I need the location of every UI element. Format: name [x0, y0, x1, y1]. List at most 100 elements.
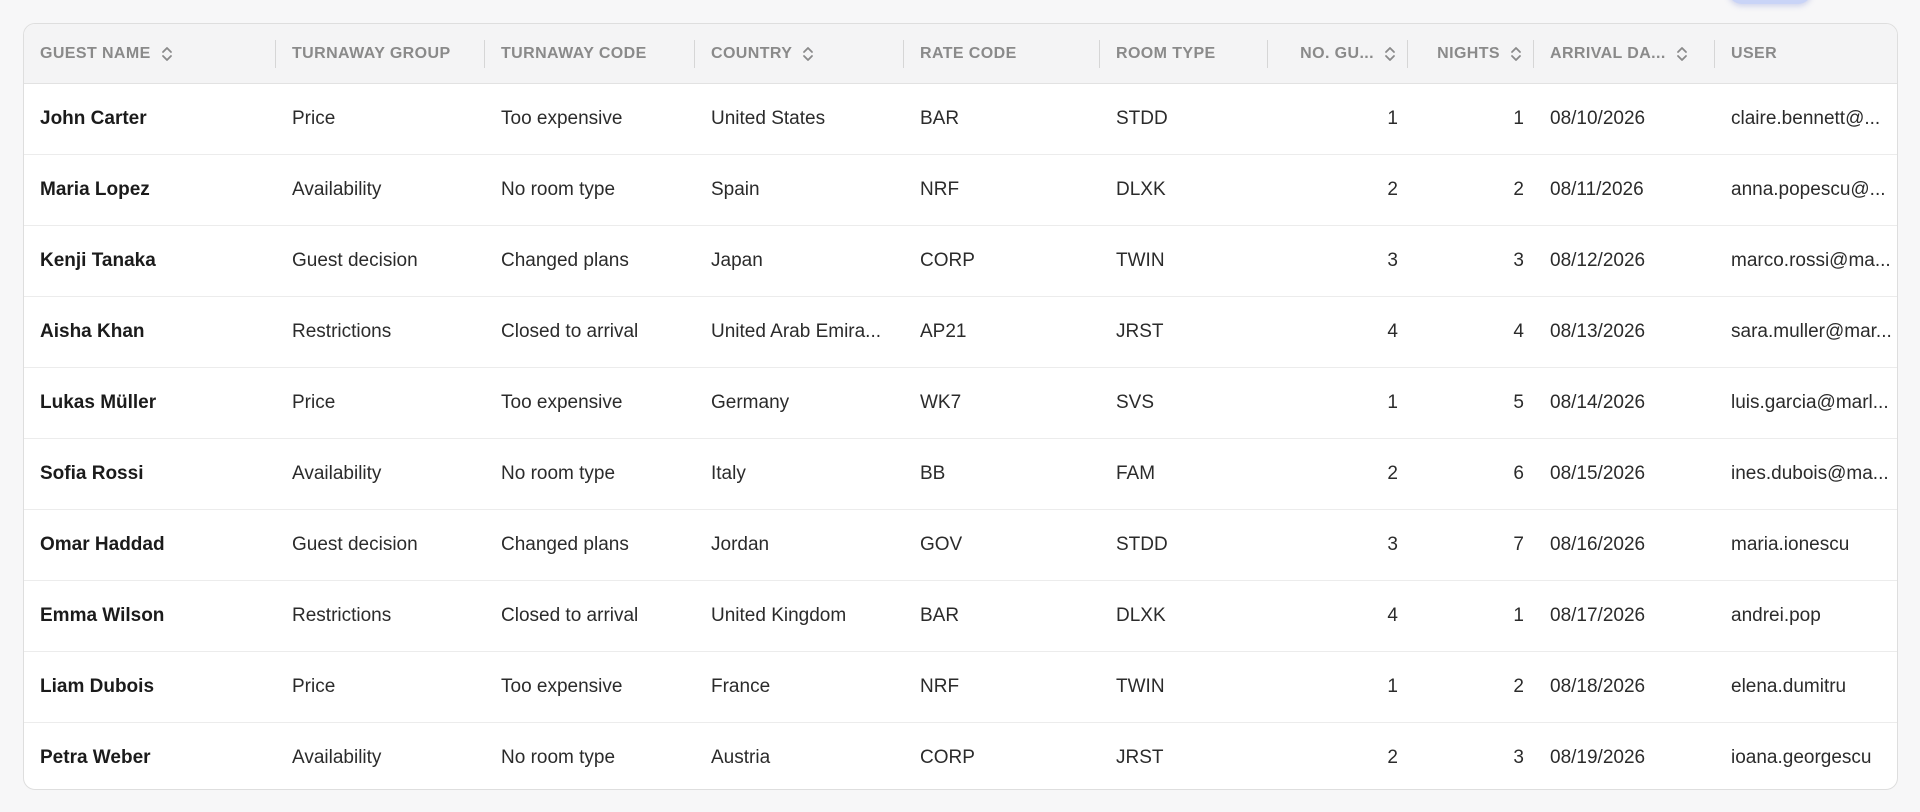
sort-icon[interactable] — [1510, 46, 1522, 62]
cell-nights: 2 — [1408, 154, 1534, 226]
cell-no-guests: 3 — [1268, 225, 1408, 297]
cell-no-guests: 3 — [1268, 509, 1408, 581]
column-header-label: TURNAWAY CODE — [501, 44, 647, 62]
cell-arrival-date: 08/16/2026 — [1534, 509, 1715, 581]
cell-rate-code: BAR — [904, 83, 1100, 155]
cell-no-guests: 1 — [1268, 367, 1408, 439]
cell-arrival-date: 08/12/2026 — [1534, 225, 1715, 297]
cell-country: Jordan — [695, 509, 904, 581]
cell-rate-code: AP21 — [904, 296, 1100, 368]
cell-arrival-date: 08/11/2026 — [1534, 154, 1715, 226]
table-header-row: GUEST NAME TURNAWAY GROUP TURNAWAY CODE COU… — [24, 24, 1897, 84]
cell-no-guests: 2 — [1387, 747, 1398, 768]
column-header-turnaway-group: TURNAWAY GROUP — [276, 24, 485, 84]
table-row[interactable]: Liam Dubois Price Too expensive France NRF TW… — [24, 651, 1897, 723]
cell-turnaway-code: Closed to arrival — [485, 296, 695, 368]
cell-arrival-date: 08/18/2026 — [1534, 651, 1715, 723]
cell-room-type: STDD — [1100, 509, 1268, 581]
cell-room-type: FAM — [1100, 438, 1268, 510]
cell-turnaway-group: Availability — [276, 438, 485, 510]
cell-country: United Arab Emira... — [695, 296, 904, 368]
cell-arrival-date: 08/10/2026 — [1534, 83, 1715, 155]
table-row[interactable]: John Carter Price Too expensive United Stat… — [24, 83, 1897, 155]
table-row[interactable]: Maria Lopez Availability No room type Spain… — [24, 154, 1897, 226]
cell-room-type: DLXK — [1100, 154, 1268, 226]
table-row[interactable]: Petra Weber Availability No room type Austr… — [24, 723, 1897, 790]
cell-room-type: DLXK — [1100, 580, 1268, 652]
table-row[interactable]: Omar Haddad Guest decision Changed plans Jo… — [24, 509, 1897, 581]
cell-arrival-date: 08/14/2026 — [1534, 367, 1715, 439]
cell-nights: 1 — [1408, 580, 1534, 652]
table-row[interactable]: Emma Wilson Restrictions Closed to arrival… — [24, 580, 1897, 652]
cell-no-guests: 2 — [1268, 154, 1408, 226]
column-header-user: USER — [1715, 24, 1897, 84]
cell-nights: 5 — [1408, 367, 1534, 439]
cell-room-type: JRST — [1116, 747, 1164, 768]
cell-turnaway-code: Too expensive — [485, 83, 695, 155]
cell-turnaway-group: Availability — [276, 154, 485, 226]
cell-user: luis.garcia@marl... — [1715, 367, 1897, 439]
cell-country: United Kingdom — [695, 580, 904, 652]
cell-nights: 2 — [1408, 651, 1534, 723]
column-header-country[interactable]: COUNTRY — [695, 24, 904, 84]
cell-user: andrei.pop — [1715, 580, 1897, 652]
table-row[interactable]: Kenji Tanaka Guest decision Changed plans J… — [24, 225, 1897, 297]
column-header-rate-code: RATE CODE — [904, 24, 1100, 84]
sort-icon[interactable] — [1676, 46, 1688, 62]
cell-turnaway-code: Changed plans — [485, 225, 695, 297]
cell-turnaway-code: Too expensive — [485, 367, 695, 439]
cell-country: France — [695, 651, 904, 723]
cell-nights: 6 — [1408, 438, 1534, 510]
column-header-label: NIGHTS — [1437, 44, 1500, 62]
column-header-nights[interactable]: NIGHTS — [1408, 24, 1534, 84]
table-row[interactable]: Sofia Rossi Availability No room type Italy… — [24, 438, 1897, 510]
cell-arrival-date: 08/17/2026 — [1534, 580, 1715, 652]
cell-no-guests: 4 — [1268, 580, 1408, 652]
column-header-arrival-date[interactable]: ARRIVAL DA... — [1534, 24, 1715, 84]
cell-turnaway-group: Restrictions — [276, 580, 485, 652]
cell-turnaway-code: Closed to arrival — [485, 580, 695, 652]
cell-nights: 3 — [1513, 747, 1524, 768]
cell-arrival-date: 08/13/2026 — [1534, 296, 1715, 368]
cell-no-guests: 1 — [1268, 83, 1408, 155]
cell-nights: 3 — [1408, 225, 1534, 297]
cell-guest-name: Aisha Khan — [24, 296, 276, 368]
cell-rate-code: NRF — [904, 154, 1100, 226]
cell-nights: 7 — [1408, 509, 1534, 581]
column-header-label: NO. GU... — [1300, 44, 1374, 62]
cell-guest-name: Omar Haddad — [24, 509, 276, 581]
cell-rate-code: GOV — [904, 509, 1100, 581]
sort-icon[interactable] — [802, 46, 814, 62]
table-row[interactable]: Lukas Müller Price Too expensive Germany WK7… — [24, 367, 1897, 439]
column-header-label: USER — [1731, 44, 1778, 62]
cell-turnaway-code: Too expensive — [485, 651, 695, 723]
cell-country: Spain — [695, 154, 904, 226]
top-action-button-edge[interactable] — [1728, 0, 1812, 4]
column-header-label: COUNTRY — [711, 44, 793, 62]
cell-nights: 1 — [1408, 83, 1534, 155]
cell-turnaway-group: Guest decision — [276, 225, 485, 297]
turnaway-table-card: GUEST NAME TURNAWAY GROUP TURNAWAY CODE COU… — [23, 23, 1898, 790]
sort-icon[interactable] — [161, 46, 173, 62]
cell-rate-code: NRF — [904, 651, 1100, 723]
column-header-label: ARRIVAL DA... — [1550, 44, 1666, 62]
sort-icon[interactable] — [1384, 46, 1396, 62]
cell-user: maria.ionescu — [1715, 509, 1897, 581]
cell-room-type: JRST — [1100, 296, 1268, 368]
table-body: John Carter Price Too expensive United Stat… — [24, 83, 1897, 790]
column-header-guest-name[interactable]: GUEST NAME — [24, 24, 276, 84]
cell-rate-code: BB — [904, 438, 1100, 510]
cell-guest-name: Sofia Rossi — [24, 438, 276, 510]
cell-user: anna.popescu@... — [1715, 154, 1897, 226]
column-header-no-guests[interactable]: NO. GU... — [1268, 24, 1408, 84]
cell-user: ines.dubois@ma... — [1715, 438, 1897, 510]
column-header-label: RATE CODE — [920, 44, 1017, 62]
cell-rate-code: WK7 — [904, 367, 1100, 439]
cell-turnaway-group: Guest decision — [276, 509, 485, 581]
cell-country: Austria — [711, 747, 771, 768]
cell-turnaway-group: Restrictions — [276, 296, 485, 368]
cell-user: sara.muller@mar... — [1715, 296, 1897, 368]
cell-nights: 4 — [1408, 296, 1534, 368]
table-row[interactable]: Aisha Khan Restrictions Closed to arrival U… — [24, 296, 1897, 368]
column-header-label: ROOM TYPE — [1116, 44, 1216, 62]
